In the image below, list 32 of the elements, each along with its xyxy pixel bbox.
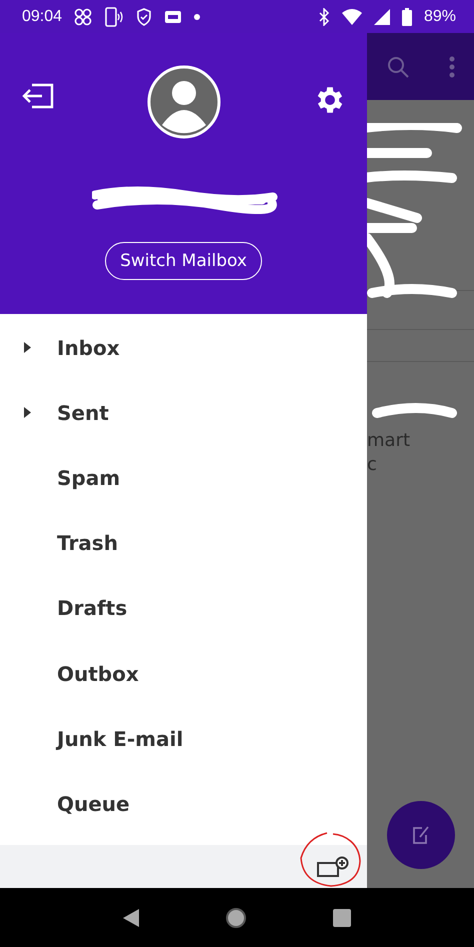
battery-percent: 89% <box>424 8 456 26</box>
folder-item[interactable]: Drafts <box>0 576 367 641</box>
switch-mailbox-button[interactable]: Switch Mailbox <box>105 242 262 280</box>
message-snippet: c <box>367 453 378 477</box>
bluetooth-icon <box>318 8 330 26</box>
search-icon[interactable] <box>386 54 410 78</box>
battery-icon <box>402 8 412 26</box>
compose-icon <box>412 825 430 845</box>
folder-item[interactable]: Sent <box>0 380 367 446</box>
shield-icon <box>136 8 152 26</box>
recents-icon[interactable] <box>333 908 351 926</box>
card-icon <box>164 10 182 24</box>
signal-icon <box>374 8 390 24</box>
message-snippet: mart <box>367 429 412 453</box>
folder-item[interactable]: Outbox <box>0 640 367 706</box>
exit-icon[interactable] <box>22 83 54 109</box>
home-icon[interactable] <box>225 906 247 928</box>
more-icon[interactable] <box>448 56 455 78</box>
folder-item[interactable]: Inbox <box>0 315 367 380</box>
dot-icon <box>194 14 200 20</box>
folder-item[interactable]: Trash <box>0 510 367 576</box>
folder-item[interactable]: Queue <box>0 771 367 836</box>
phone-icon <box>104 6 124 26</box>
back-icon[interactable] <box>123 908 139 926</box>
folder-item[interactable]: Junk E-mail <box>0 706 367 772</box>
wifi-icon <box>342 8 362 24</box>
caret-icon[interactable] <box>24 342 31 354</box>
fan-icon <box>74 8 92 26</box>
folder-item[interactable]: Spam <box>0 445 367 511</box>
new-folder-icon[interactable] <box>317 856 349 878</box>
caret-icon[interactable] <box>24 407 31 418</box>
status-time: 09:04 <box>22 8 62 26</box>
